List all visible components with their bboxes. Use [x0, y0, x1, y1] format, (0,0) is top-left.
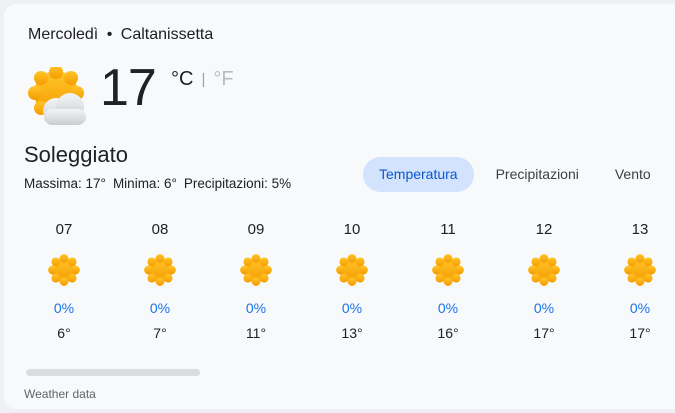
fahrenheit-unit[interactable]: °F — [213, 68, 233, 91]
hour-column: 07 0% 6° — [16, 221, 112, 341]
daily-details: Massima: 17° Minima: 6° Precipitazioni: … — [24, 176, 291, 191]
hour-temperature: 6° — [57, 325, 71, 341]
hour-column: 10 0% 13° — [304, 221, 400, 341]
hour-column: 12 0% 17° — [496, 221, 592, 341]
hour-precipitation: 0% — [149, 300, 171, 316]
sun-icon — [431, 253, 465, 287]
sun-icon — [335, 253, 369, 287]
hour-temperature: 16° — [437, 325, 459, 341]
unit-separator: | — [201, 71, 206, 88]
unit-toggle: °C | °F — [171, 68, 234, 91]
celsius-unit[interactable]: °C — [171, 68, 193, 91]
weather-data-link[interactable]: Weather data — [24, 387, 96, 401]
sun-icon — [143, 253, 177, 287]
hour-label: 11 — [440, 221, 456, 238]
hour-label: 09 — [247, 221, 265, 238]
hour-label: 13 — [631, 221, 649, 238]
tab-precipitazioni[interactable]: Precipitazioni — [482, 157, 593, 192]
sun-icon — [623, 253, 657, 287]
location-label: Caltanissetta — [120, 26, 214, 43]
hour-column: 08 0% 7° — [112, 221, 208, 341]
forecast-tabs: Temperatura Precipitazioni Vento — [363, 157, 665, 192]
hour-precipitation: 0% — [245, 300, 267, 316]
hour-label: 12 — [535, 221, 553, 238]
day-label: Mercoledì — [28, 26, 99, 43]
hour-column: 09 0% 11° — [208, 221, 304, 341]
hourly-forecast: 07 0% 6° 08 0% 7° 09 0% 11° 10 0% 13° 11 0% 16° 12 0% 17°… — [16, 221, 675, 341]
sun-icon — [239, 253, 273, 287]
scrollbar[interactable] — [26, 369, 200, 376]
partly-cloudy-icon — [26, 65, 88, 127]
hour-precipitation: 0% — [53, 300, 75, 316]
hour-column: 13 0% 17° — [592, 221, 675, 341]
hour-precipitation: 0% — [629, 300, 651, 316]
max-temp: Massima: 17° — [24, 176, 106, 191]
hour-label: 10 — [343, 221, 361, 238]
hour-precipitation: 0% — [533, 300, 555, 316]
tab-temperatura[interactable]: Temperatura — [363, 157, 474, 192]
min-temp: Minima: 6° — [112, 176, 177, 191]
hour-temperature: 17° — [533, 325, 555, 341]
current-temperature: 17 — [100, 59, 157, 117]
hour-temperature: 11° — [245, 325, 267, 341]
hour-temperature: 13° — [341, 325, 363, 341]
day-location: Mercoledì • Caltanissetta — [28, 26, 213, 44]
weather-card: Mercoledì • Caltanissetta 17 °C | °F Sol… — [4, 4, 675, 409]
precipitation-chance: Precipitazioni: 5% — [183, 176, 292, 191]
condition-label: Soleggiato — [24, 142, 128, 167]
hour-label: 08 — [151, 221, 169, 238]
hour-temperature: 17° — [629, 325, 651, 341]
sun-icon — [527, 253, 561, 287]
hour-precipitation: 0% — [437, 300, 459, 316]
hour-label: 07 — [55, 221, 73, 238]
hour-temperature: 7° — [153, 325, 167, 341]
sun-icon — [47, 253, 81, 287]
separator: • — [106, 26, 113, 43]
tab-vento[interactable]: Vento — [601, 157, 665, 192]
hour-precipitation: 0% — [341, 300, 363, 316]
hour-column: 11 0% 16° — [400, 221, 496, 341]
